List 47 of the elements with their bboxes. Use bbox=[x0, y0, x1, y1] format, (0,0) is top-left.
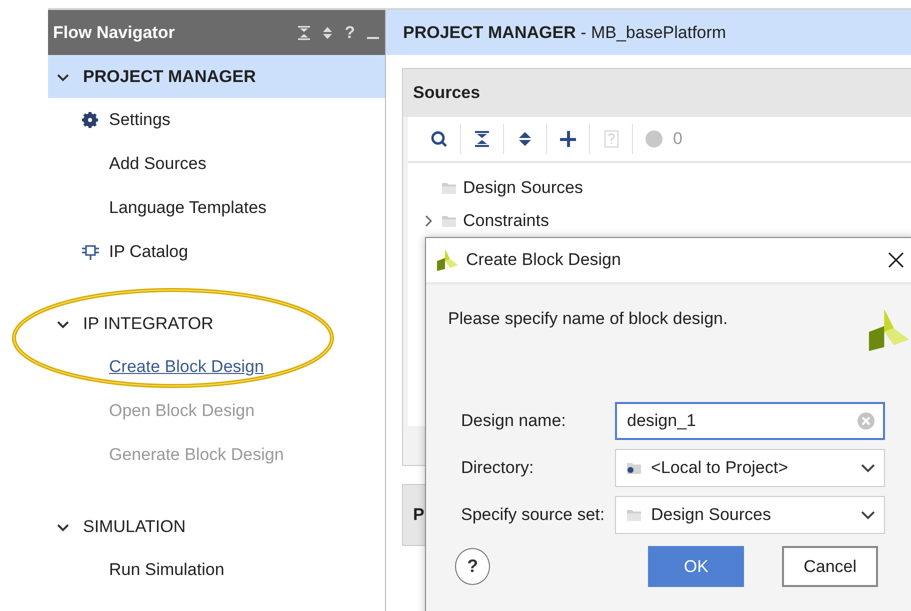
search-icon bbox=[430, 130, 448, 148]
section-title[interactable]: IP INTEGRATOR bbox=[83, 314, 214, 334]
panel-title: PROJECT MANAGER - MB_basePlatform bbox=[403, 22, 726, 42]
chip-icon bbox=[80, 243, 98, 261]
expand-all-icon[interactable] bbox=[322, 26, 333, 40]
help-button[interactable]: ? bbox=[455, 548, 490, 585]
dropdown[interactable]: <Local to Project> bbox=[615, 448, 885, 486]
close-icon[interactable] bbox=[888, 252, 904, 268]
logo-icon bbox=[437, 249, 458, 271]
nav-item[interactable]: IP Catalog bbox=[109, 242, 188, 262]
nav-item[interactable]: Run Simulation bbox=[109, 560, 224, 580]
tree-item[interactable]: Constraints bbox=[463, 210, 549, 230]
folder-icon bbox=[626, 508, 642, 522]
warning-icon bbox=[645, 130, 663, 148]
add-icon bbox=[559, 130, 577, 148]
nav-item[interactable]: Add Sources bbox=[109, 154, 206, 174]
nav-item: Generate Block Design bbox=[109, 445, 284, 465]
text-field[interactable]: design_1 bbox=[615, 402, 885, 440]
warning-count: 0 bbox=[673, 129, 682, 149]
nav-item[interactable]: Language Templates bbox=[109, 198, 267, 218]
folder-icon bbox=[441, 180, 457, 194]
field-label: Directory: bbox=[461, 458, 535, 478]
panel-title: Sources bbox=[413, 83, 480, 103]
help-document-icon bbox=[602, 130, 620, 148]
tree-item[interactable]: Design Sources bbox=[463, 178, 584, 198]
folder-icon bbox=[441, 214, 457, 228]
link[interactable]: Create Block Design bbox=[109, 357, 264, 377]
dropdown[interactable]: Design Sources bbox=[615, 496, 885, 534]
gear-icon bbox=[80, 111, 98, 129]
dialog-title: Create Block Design bbox=[466, 250, 622, 270]
panel-title: P bbox=[413, 505, 424, 525]
cancel-button[interactable]: Cancel bbox=[782, 546, 878, 587]
help-button[interactable]: ? bbox=[344, 22, 355, 42]
logo-icon bbox=[867, 309, 911, 351]
section-title[interactable]: PROJECT MANAGER bbox=[83, 66, 256, 86]
section-title[interactable]: SIMULATION bbox=[83, 516, 186, 536]
folder-icon bbox=[626, 460, 642, 474]
nav-item[interactable]: Settings bbox=[109, 110, 170, 130]
dialog-message: Please specify name of block design. bbox=[448, 309, 728, 330]
nav-item: Open Block Design bbox=[109, 401, 255, 421]
collapse-all-icon bbox=[473, 130, 491, 148]
collapse-all-icon[interactable] bbox=[298, 26, 310, 40]
ok-button[interactable]: OK bbox=[648, 546, 744, 587]
section-header[interactable]: PROJECT MANAGER bbox=[48, 55, 385, 98]
field-label: Specify source set: bbox=[461, 504, 606, 524]
panel-title: Flow Navigator bbox=[53, 22, 176, 42]
field-label: Design name: bbox=[461, 410, 567, 430]
